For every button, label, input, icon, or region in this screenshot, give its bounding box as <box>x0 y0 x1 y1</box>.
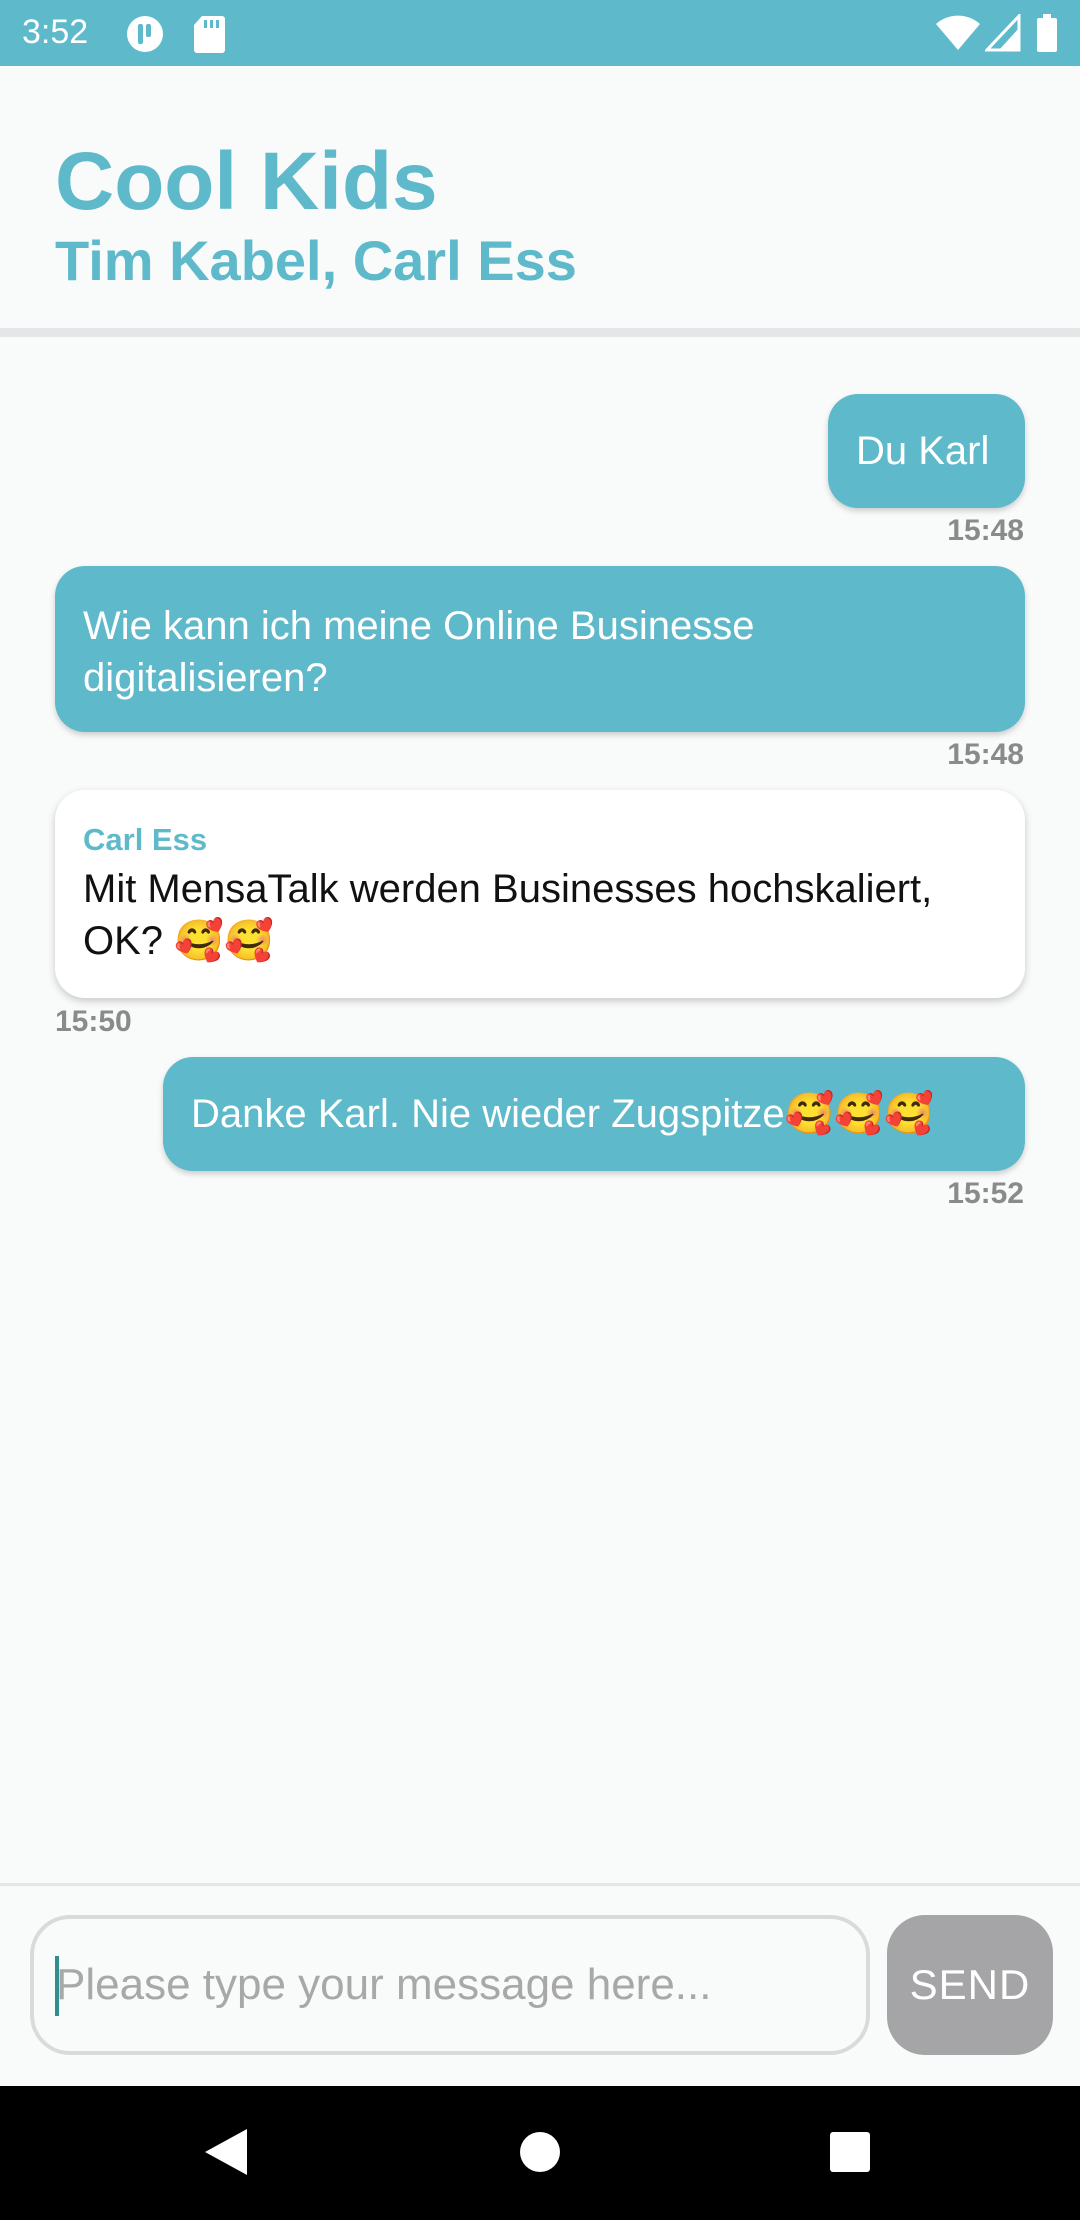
message-bubble-incoming[interactable]: Carl Ess Mit MensaTalk werden Businesses… <box>55 790 1025 998</box>
back-icon[interactable] <box>203 2127 249 2182</box>
message-bubble-outgoing[interactable]: Danke Karl. Nie wieder Zugspitze🥰🥰🥰 <box>163 1057 1025 1171</box>
status-time: 3:52 <box>22 13 89 51</box>
message-bubble-outgoing[interactable]: Du Karl <box>828 394 1025 508</box>
message-time: 15:48 <box>947 514 1024 547</box>
recents-icon[interactable] <box>829 2131 871 2178</box>
message-time: 15:50 <box>55 1005 132 1038</box>
battery-icon <box>1036 14 1058 57</box>
wifi-icon <box>935 14 981 57</box>
message-text: Danke Karl. Nie wieder Zugspitze🥰🥰🥰 <box>191 1092 935 1136</box>
message-time: 15:52 <box>947 1177 1024 1210</box>
message-sender: Carl Ess <box>83 822 208 857</box>
group-title: Cool Kids <box>55 136 438 227</box>
cell-signal-icon <box>983 12 1021 57</box>
message-text: Wie kann ich meine Online Businesse digi… <box>83 604 755 700</box>
chat-header: Cool Kids Tim Kabel, Carl Ess <box>0 66 1080 330</box>
message-bubble-outgoing[interactable]: Wie kann ich meine Online Businesse digi… <box>55 566 1025 732</box>
message-time: 15:48 <box>947 738 1024 771</box>
home-icon[interactable] <box>519 2131 561 2178</box>
message-list[interactable]: Du Karl 15:48 Wie kann ich meine Online … <box>0 337 1080 1884</box>
message-text: Mit MensaTalk werden Businesses hochskal… <box>83 867 933 963</box>
text-cursor <box>55 1956 59 2016</box>
sd-card-icon <box>192 14 226 59</box>
navigation-bar <box>0 2086 1080 2220</box>
header-divider <box>0 328 1080 337</box>
status-bar: 3:52 <box>0 0 1080 66</box>
message-text: Du Karl <box>856 429 990 473</box>
app-notification-icon <box>125 14 165 59</box>
group-members: Tim Kabel, Carl Ess <box>55 229 577 292</box>
send-button[interactable]: SEND <box>887 1915 1053 2055</box>
message-input[interactable] <box>30 1915 870 2055</box>
